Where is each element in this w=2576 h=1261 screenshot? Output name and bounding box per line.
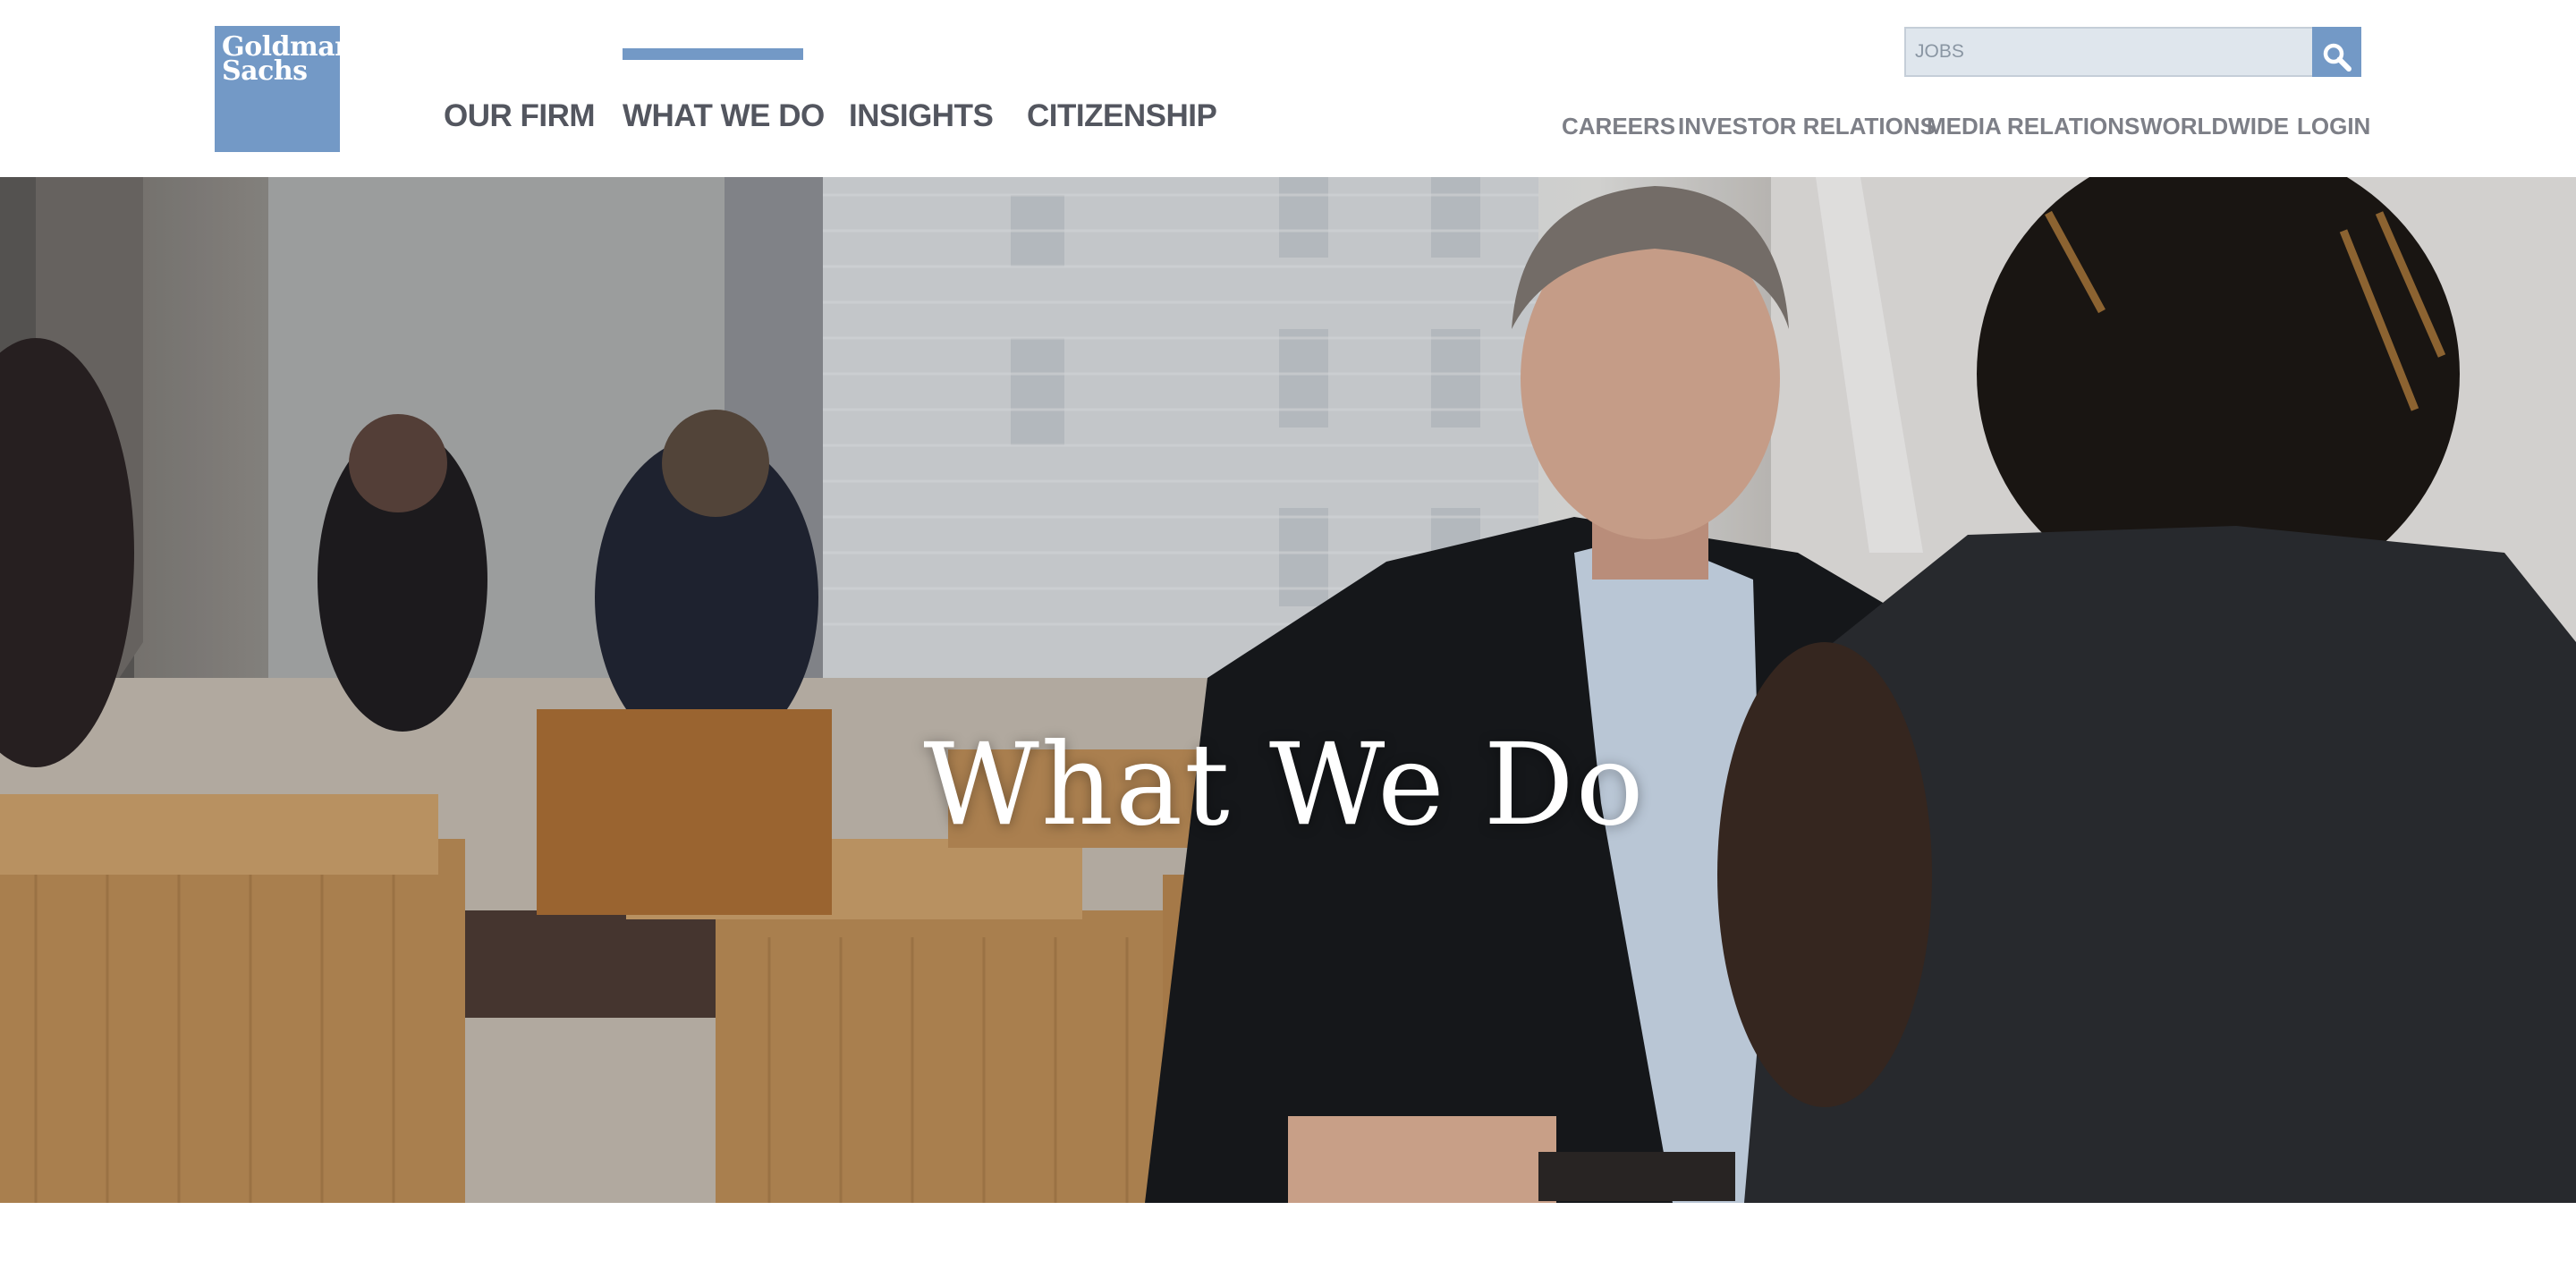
util-careers[interactable]: CAREERS: [1562, 113, 1675, 140]
search-icon: [2323, 43, 2351, 72]
hero-banner: What We Do: [0, 177, 2576, 1203]
search-button[interactable]: [2312, 27, 2361, 77]
jobs-search: [1904, 27, 2361, 77]
logo-line-2: Sachs: [222, 55, 308, 87]
util-investor-relations[interactable]: INVESTOR RELATIONS: [1678, 113, 1936, 140]
site-header: Goldman Sachs OUR FIRM WHAT WE DO INSIGH…: [0, 0, 2576, 177]
hero-title: What We Do: [923, 719, 1646, 851]
util-worldwide[interactable]: WORLDWIDE: [2140, 113, 2289, 140]
util-media-relations[interactable]: MEDIA RELATIONS: [1927, 113, 2140, 140]
active-nav-indicator: [623, 48, 803, 60]
utility-nav: CAREERS INVESTOR RELATIONS MEDIA RELATIO…: [0, 113, 2576, 143]
search-input[interactable]: [1904, 27, 2312, 77]
page-body-start: [0, 1203, 2576, 1261]
hero-photo: [0, 177, 2576, 1203]
util-login[interactable]: LOGIN: [2297, 113, 2370, 140]
